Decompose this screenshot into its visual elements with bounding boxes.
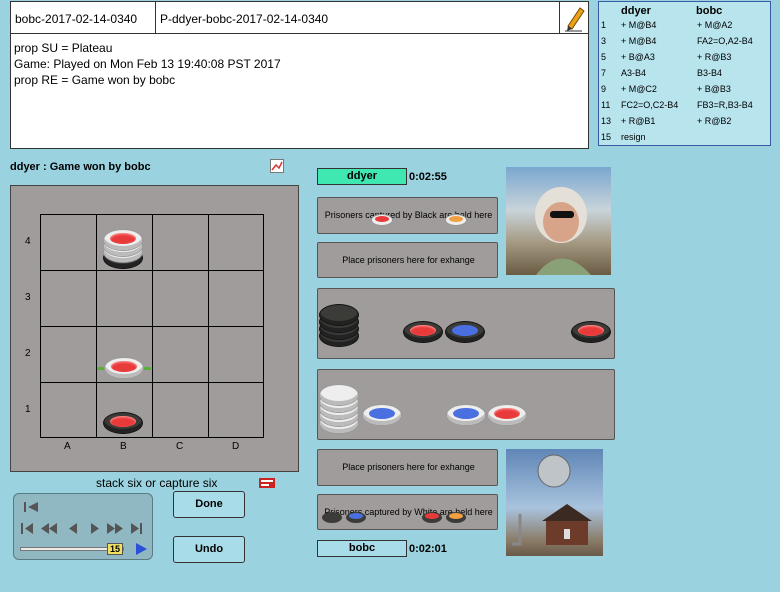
dark-red-piece[interactable]: [404, 322, 442, 342]
log-line: Game: Played on Mon Feb 13 19:40:08 PST …: [14, 57, 281, 71]
exchange-top-label: Place prisoners here for exhange: [342, 255, 475, 265]
move-row[interactable]: 11 FC2=O,C2-B4 FB3=R,B3-B4: [601, 100, 771, 116]
row-label: 4: [25, 236, 31, 247]
move-row[interactable]: 7 A3-B4 B3-B4: [601, 68, 771, 84]
captured-dark-chip: [322, 512, 342, 523]
player-name-top: ddyer: [317, 168, 407, 185]
dark-pieces-pool[interactable]: [317, 288, 615, 359]
player-avatar-top: [506, 167, 611, 275]
row-label: 1: [25, 404, 31, 415]
player-time-bottom: 0:02:01: [409, 543, 447, 555]
rules-icon[interactable]: [258, 476, 276, 490]
dark-red-piece[interactable]: [572, 322, 610, 342]
move-row[interactable]: 13 + R@B1 + R@B2: [601, 116, 771, 132]
game-file-field[interactable]: P-ddyer-bobc-2017-02-14-0340: [155, 1, 560, 34]
log-line: prop RE = Game won by bobc: [14, 73, 176, 87]
piece-b1[interactable]: [104, 411, 144, 435]
white-blue-piece[interactable]: [363, 405, 401, 425]
game-board[interactable]: 4 3 2 1 A B C D: [10, 185, 299, 472]
back-one-icon: [69, 523, 77, 534]
captured-orange-chip: [446, 512, 466, 523]
edit-button[interactable]: [559, 1, 589, 34]
black-prisoners-zone[interactable]: Prisoners captured by Black are held her…: [317, 197, 498, 234]
play-icon[interactable]: [134, 542, 148, 556]
last-move-icon: [131, 523, 142, 534]
forward-one-icon: [91, 523, 99, 534]
board-caption: stack six or capture six: [96, 476, 218, 490]
move-row[interactable]: 15 resign: [601, 132, 771, 148]
captured-orange-chip: [446, 215, 466, 225]
player-time-top: 0:02:55: [409, 171, 447, 183]
captured-blue-chip: [346, 512, 366, 523]
log-line: prop SU = Plateau: [14, 41, 113, 55]
captured-red-chip: [422, 512, 442, 523]
col-label: C: [176, 441, 184, 452]
replay-controls[interactable]: 15: [13, 493, 153, 560]
pencil-icon: [565, 7, 585, 32]
exchange-zone-bottom[interactable]: Place prisoners here for exhange: [317, 449, 498, 486]
move-list-header-p1: ddyer: [621, 5, 651, 17]
piece-stack-b4[interactable]: [104, 228, 144, 268]
move-row[interactable]: 9 + M@C2 + B@B3: [601, 84, 771, 100]
exchange-zone-top[interactable]: Place prisoners here for exhange: [317, 242, 498, 278]
move-list-header-p2: bobc: [696, 5, 723, 17]
playback-buttons[interactable]: [19, 521, 149, 537]
forward-many-icon: [107, 523, 123, 534]
white-prisoners-label: Prisoners captured by White are held her…: [324, 507, 493, 517]
chart-icon[interactable]: [270, 159, 284, 173]
exchange-bottom-label: Place prisoners here for exhange: [342, 462, 475, 472]
first-move-icon: [21, 523, 33, 534]
row-label: 2: [25, 348, 31, 359]
undo-button[interactable]: Undo: [173, 536, 245, 563]
back-many-icon: [41, 523, 57, 534]
game-file-text: P-ddyer-bobc-2017-02-14-0340: [160, 12, 329, 26]
white-stack[interactable]: [320, 380, 360, 435]
black-prisoners-label: Prisoners captured by Black are held her…: [324, 210, 493, 220]
move-row[interactable]: 1 + M@B4 + M@A2: [601, 20, 771, 36]
col-label: D: [232, 441, 240, 452]
col-label: B: [120, 441, 127, 452]
game-log[interactable]: prop SU = Plateau Game: Played on Mon Fe…: [10, 33, 589, 149]
game-id-text: bobc-2017-02-14-0340: [15, 12, 138, 26]
col-label: A: [64, 441, 71, 452]
board-status: ddyer : Game won by bobc: [10, 161, 151, 173]
piece-b2[interactable]: [97, 356, 153, 382]
game-id-field[interactable]: bobc-2017-02-14-0340: [10, 1, 156, 34]
captured-red-chip: [372, 215, 392, 225]
player-name-bottom: bobc: [317, 540, 407, 557]
row-label: 3: [25, 292, 31, 303]
white-prisoners-zone[interactable]: Prisoners captured by White are held her…: [317, 494, 498, 530]
dark-stack[interactable]: [320, 304, 360, 349]
move-row[interactable]: 3 + M@B4 FA2=O,A2-B4: [601, 36, 771, 52]
player-avatar-bottom: [506, 449, 603, 556]
rewind-to-start-icon[interactable]: [22, 499, 42, 515]
white-pieces-pool[interactable]: [317, 369, 615, 440]
move-row[interactable]: 5 + B@A3 + R@B3: [601, 52, 771, 68]
move-list[interactable]: ddyer bobc 1 + M@B4 + M@A2 3 + M@B4 FA2=O,A2…: [598, 1, 771, 146]
done-button[interactable]: Done: [173, 491, 245, 518]
move-number-badge: 15: [107, 543, 123, 555]
white-red-piece[interactable]: [488, 405, 526, 425]
white-blue-piece[interactable]: [447, 405, 485, 425]
dark-blue-piece[interactable]: [446, 322, 484, 342]
